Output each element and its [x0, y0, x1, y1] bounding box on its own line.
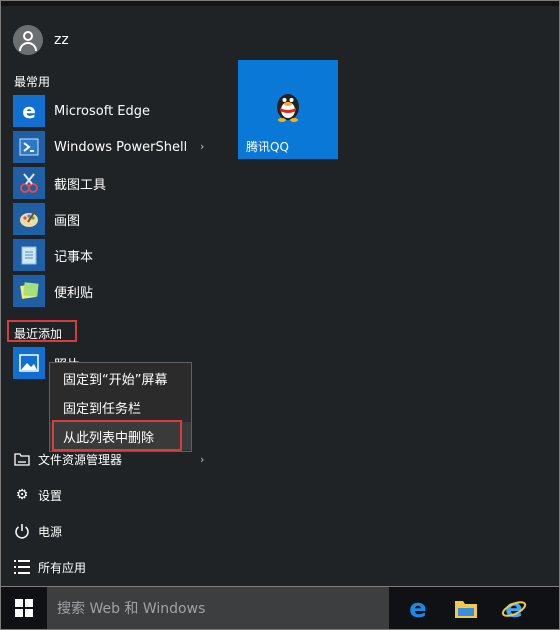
file-explorer-icon[interactable]: [451, 593, 481, 623]
app-item-paint[interactable]: 画图: [13, 203, 213, 235]
section-most-used: 最常用: [14, 75, 51, 89]
app-label: 便利贴: [54, 285, 94, 301]
start-button[interactable]: [1, 587, 47, 629]
svg-text:e: e: [409, 595, 427, 621]
bottom-item-settings[interactable]: ⚙ 设置: [13, 483, 62, 507]
svg-text:e: e: [22, 100, 36, 122]
chevron-right-icon[interactable]: ›: [200, 453, 204, 466]
start-menu: zz 最常用 e Microsoft Edge Windows PowerShe…: [0, 0, 560, 587]
edge-icon: e: [13, 95, 45, 127]
file-explorer-icon: [13, 450, 31, 468]
bottom-item-label: 所有应用: [38, 560, 87, 575]
app-item-sticky-notes[interactable]: 便利贴: [13, 275, 213, 307]
snipping-tool-icon: [13, 167, 45, 199]
app-label: Microsoft Edge: [54, 103, 151, 119]
user-name: zz: [54, 32, 69, 48]
bottom-item-label: 文件资源管理器: [38, 452, 123, 467]
qq-penguin-icon: [274, 90, 302, 126]
powershell-icon: [13, 131, 45, 163]
taskbar: 搜索 Web 和 Windows e e: [0, 587, 560, 630]
bottom-item-power[interactable]: 电源: [13, 519, 62, 543]
app-label: Windows PowerShell: [54, 139, 188, 155]
bottom-item-all-apps[interactable]: 所有应用: [13, 555, 86, 579]
bottom-item-file-explorer[interactable]: 文件资源管理器: [13, 447, 122, 471]
top-strip: [1, 1, 559, 6]
app-label: 截图工具: [54, 177, 107, 193]
notepad-icon: [13, 239, 45, 271]
paint-icon: [13, 203, 45, 235]
avatar-icon: [13, 25, 43, 55]
context-item-pin-taskbar[interactable]: 固定到任务栏: [50, 393, 191, 421]
windows-logo-icon: [15, 599, 33, 617]
all-apps-icon: [13, 558, 31, 576]
search-placeholder: 搜索 Web 和 Windows: [57, 601, 206, 617]
app-label: 记事本: [54, 249, 94, 265]
gear-icon: ⚙: [15, 487, 29, 503]
sticky-notes-icon: [13, 275, 45, 307]
app-item-notepad[interactable]: 记事本: [13, 239, 213, 271]
highlight-box: [7, 320, 77, 342]
user-account[interactable]: zz: [13, 25, 69, 55]
tile-qq[interactable]: 腾讯QQ: [238, 60, 338, 159]
app-label: 画图: [54, 213, 81, 229]
bottom-item-label: 设置: [38, 488, 63, 503]
app-item-powershell[interactable]: Windows PowerShell: [13, 131, 213, 163]
bottom-item-label: 电源: [38, 524, 63, 539]
power-icon: [13, 522, 31, 540]
app-item-edge[interactable]: e Microsoft Edge: [13, 95, 213, 127]
chevron-right-icon[interactable]: ›: [200, 140, 204, 153]
edge-icon[interactable]: e: [403, 593, 433, 623]
context-item-pin-start[interactable]: 固定到“开始”屏幕: [50, 364, 191, 392]
app-item-snipping-tool[interactable]: 截图工具: [13, 167, 213, 199]
internet-explorer-icon[interactable]: e: [499, 593, 529, 623]
search-input[interactable]: 搜索 Web 和 Windows: [47, 587, 389, 629]
tile-label: 腾讯QQ: [246, 140, 289, 154]
photos-icon: [13, 347, 45, 379]
